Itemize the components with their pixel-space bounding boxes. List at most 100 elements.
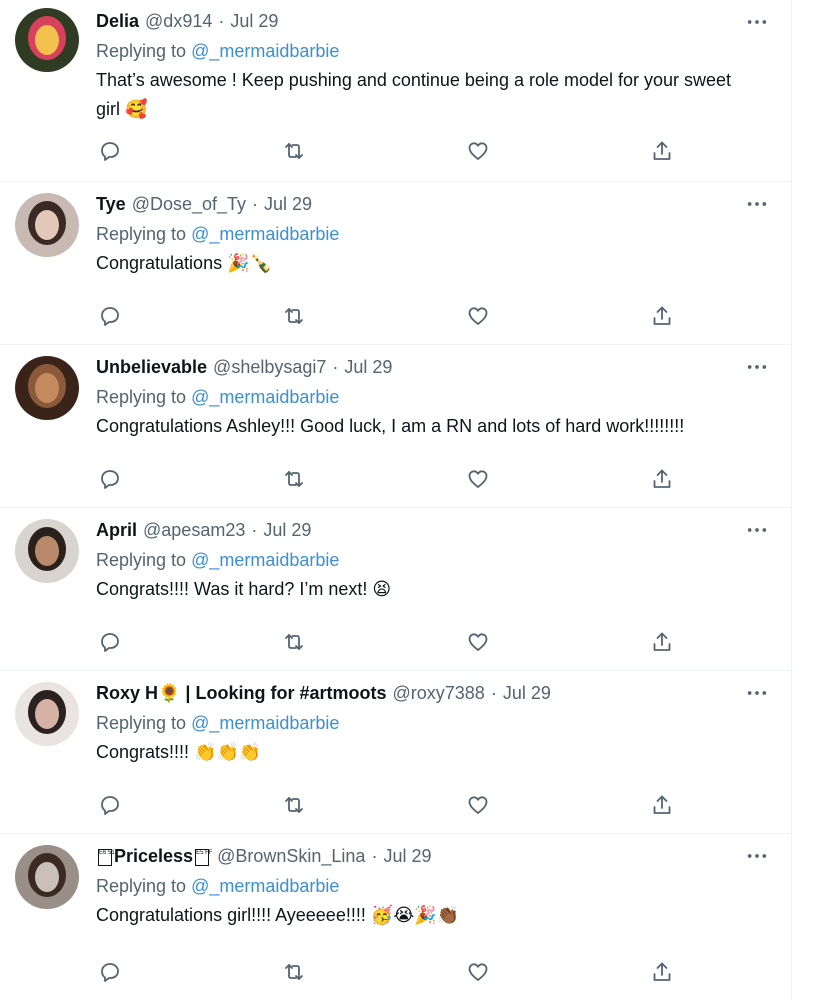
more-options-button[interactable]: [745, 12, 769, 32]
display-name[interactable]: Roxy H🌻 | Looking for #artmoots: [96, 681, 386, 705]
share-button[interactable]: [648, 791, 676, 819]
avatar[interactable]: [15, 682, 79, 746]
reply-tweet[interactable]: E6 51Priceless E5 FF @BrownSkin_Lina · Ju…: [0, 834, 791, 1000]
avatar[interactable]: [15, 8, 79, 72]
tweet-header: Delia @dx914 · Jul 29: [96, 9, 771, 33]
tweet-text: Congratulations Ashley!!! Good luck, I a…: [96, 416, 685, 436]
display-name[interactable]: Tye: [96, 192, 126, 216]
tweet-text: Congrats!!!! 👏👏👏: [96, 742, 262, 762]
tweet-date[interactable]: Jul 29: [503, 681, 551, 705]
mention-link[interactable]: @_mermaidbarbie: [191, 713, 339, 733]
more-horizontal-icon: [747, 20, 767, 24]
share-button[interactable]: [648, 302, 676, 330]
avatar[interactable]: [15, 193, 79, 257]
mention-link[interactable]: @_mermaidbarbie: [191, 224, 339, 244]
reply-button[interactable]: [96, 958, 124, 986]
like-icon: [468, 633, 488, 651]
user-handle[interactable]: @BrownSkin_Lina: [217, 844, 365, 868]
share-icon: [653, 306, 671, 325]
more-options-button[interactable]: [745, 194, 769, 214]
more-options-button[interactable]: [745, 683, 769, 703]
tweet-header: E6 51Priceless E5 FF @BrownSkin_Lina · Ju…: [96, 844, 771, 868]
reply-button[interactable]: [96, 628, 124, 656]
more-horizontal-icon: [747, 691, 767, 695]
display-name[interactable]: Unbelievable: [96, 355, 207, 379]
like-icon: [468, 142, 488, 160]
tweet-date[interactable]: Jul 29: [263, 518, 311, 542]
tweet-text: Congrats!!!! Was it hard? I’m next! 😫: [96, 579, 392, 599]
separator-dot: ·: [332, 357, 339, 377]
user-handle[interactable]: @shelbysagi7: [213, 355, 326, 379]
reply-button[interactable]: [96, 791, 124, 819]
retweet-icon: [285, 797, 303, 813]
more-options-button[interactable]: [745, 520, 769, 540]
reply-button[interactable]: [96, 302, 124, 330]
retweet-button[interactable]: [280, 465, 308, 493]
retweet-button[interactable]: [280, 302, 308, 330]
reply-tweet[interactable]: Roxy H🌻 | Looking for #artmoots @roxy738…: [0, 671, 791, 834]
tweet-date[interactable]: Jul 29: [230, 9, 278, 33]
display-name[interactable]: Priceless: [114, 846, 193, 866]
like-button[interactable]: [464, 302, 492, 330]
user-handle[interactable]: @roxy7388: [392, 681, 484, 705]
share-button[interactable]: [648, 137, 676, 165]
mention-link[interactable]: @_mermaidbarbie: [191, 550, 339, 570]
reply-button[interactable]: [96, 465, 124, 493]
reply-tweet[interactable]: Delia @dx914 · Jul 29 Replying to @_merm…: [0, 0, 791, 182]
reply-tweet[interactable]: Tye @Dose_of_Ty · Jul 29 Replying to @_m…: [0, 182, 791, 345]
mention-link[interactable]: @_mermaidbarbie: [191, 387, 339, 407]
display-name[interactable]: April: [96, 518, 137, 542]
like-icon: [468, 470, 488, 488]
user-handle[interactable]: @Dose_of_Ty: [132, 192, 246, 216]
tweet-text: That’s awesome ! Keep pushing and contin…: [96, 70, 732, 119]
share-button[interactable]: [648, 628, 676, 656]
tweet-date[interactable]: Jul 29: [264, 192, 312, 216]
tweet-header: Roxy H🌻 | Looking for #artmoots @roxy738…: [96, 681, 771, 705]
share-button[interactable]: [648, 465, 676, 493]
more-options-button[interactable]: [745, 846, 769, 866]
replying-to-label: Replying to: [96, 713, 187, 733]
replying-to: Replying to @_mermaidbarbie: [96, 874, 771, 898]
like-button[interactable]: [464, 958, 492, 986]
mention-link[interactable]: @_mermaidbarbie: [191, 41, 339, 61]
avatar[interactable]: [15, 519, 79, 583]
avatar[interactable]: [15, 356, 79, 420]
replying-to: Replying to @_mermaidbarbie: [96, 39, 771, 63]
separator-dot: ·: [371, 846, 378, 866]
like-button[interactable]: [464, 137, 492, 165]
reply-icon: [101, 142, 119, 161]
more-options-button[interactable]: [745, 357, 769, 377]
avatar-image: [15, 193, 79, 257]
reply-tweet[interactable]: Unbelievable @shelbysagi7 · Jul 29 Reply…: [0, 345, 791, 508]
share-icon: [653, 795, 671, 814]
tweet-body: Unbelievable @shelbysagi7 · Jul 29 Reply…: [96, 355, 771, 441]
retweet-button[interactable]: [280, 137, 308, 165]
share-icon: [653, 632, 671, 651]
retweet-button[interactable]: [280, 791, 308, 819]
retweet-button[interactable]: [280, 628, 308, 656]
avatar[interactable]: [15, 845, 79, 909]
reply-tweet[interactable]: April @apesam23 · Jul 29 Replying to @_m…: [0, 508, 791, 671]
like-icon: [468, 796, 488, 814]
replying-to-label: Replying to: [96, 387, 187, 407]
tweet-date[interactable]: Jul 29: [383, 844, 431, 868]
share-button[interactable]: [648, 958, 676, 986]
replying-to: Replying to @_mermaidbarbie: [96, 711, 771, 735]
like-button[interactable]: [464, 628, 492, 656]
retweet-button[interactable]: [280, 958, 308, 986]
avatar-image: [15, 356, 79, 420]
share-icon: [653, 962, 671, 981]
tweet-date[interactable]: Jul 29: [344, 355, 392, 379]
tweet-actions: [96, 465, 676, 493]
reply-button[interactable]: [96, 137, 124, 165]
mention-link[interactable]: @_mermaidbarbie: [191, 876, 339, 896]
tweet-body: Roxy H🌻 | Looking for #artmoots @roxy738…: [96, 681, 771, 767]
user-handle[interactable]: @apesam23: [143, 518, 245, 542]
user-handle[interactable]: @dx914: [145, 9, 212, 33]
like-button[interactable]: [464, 465, 492, 493]
like-button[interactable]: [464, 791, 492, 819]
display-name-wrap[interactable]: E6 51Priceless E5 FF: [96, 844, 212, 868]
display-name[interactable]: Delia: [96, 9, 139, 33]
tweet-body: Delia @dx914 · Jul 29 Replying to @_merm…: [96, 9, 771, 124]
tweet-actions: [96, 137, 676, 165]
